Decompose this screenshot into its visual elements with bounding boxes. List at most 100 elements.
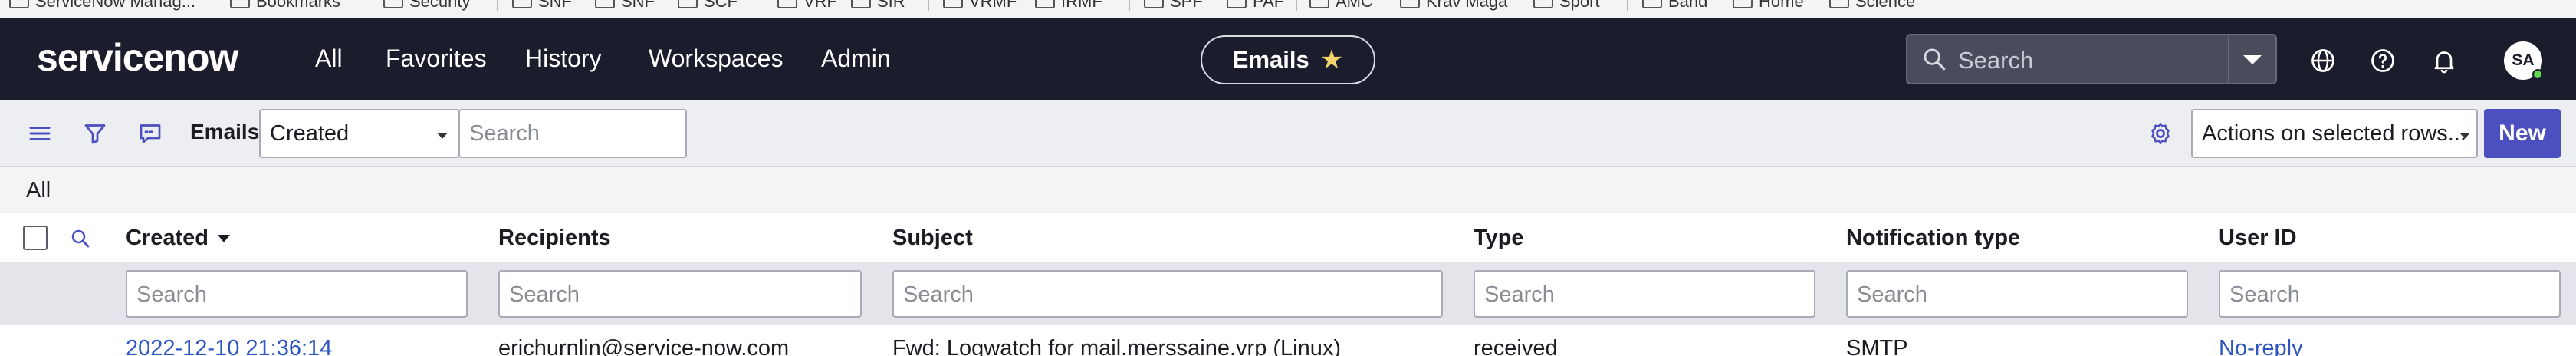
chevron-down-icon: [2459, 133, 2470, 139]
column-header-user-id[interactable]: User ID: [2219, 226, 2297, 251]
bookmark-item[interactable]: SPF: [1144, 0, 1203, 11]
folder-icon: [1035, 0, 1055, 8]
folder-icon: [1144, 0, 1164, 8]
global-search[interactable]: Search: [1906, 34, 2277, 84]
bookmark-item[interactable]: Science: [1829, 0, 1915, 11]
nav-link-admin[interactable]: Admin: [821, 44, 891, 73]
list-title: Emails: [190, 120, 260, 143]
bookmark-item[interactable]: SNF: [595, 0, 655, 11]
user-avatar[interactable]: SA: [2504, 41, 2543, 80]
bookmark-item[interactable]: VRMF: [943, 0, 1017, 11]
folder-icon: [595, 0, 615, 8]
folder-icon: [1400, 0, 1420, 8]
bookmark-item[interactable]: ServiceNow Manag...: [9, 0, 196, 11]
folder-icon: [1733, 0, 1753, 8]
cell-user-id[interactable]: No-reply: [2219, 336, 2303, 356]
table-row: 2022-12-10 21:36:14 erichurnlin@service-…: [0, 325, 2576, 356]
filter-input-user-id[interactable]: Search: [2219, 270, 2561, 318]
nav-link-all[interactable]: All: [315, 44, 343, 73]
bookmark-separator: [1129, 0, 1130, 11]
folder-icon: [230, 0, 250, 8]
bookmark-item[interactable]: IRMF: [1035, 0, 1102, 11]
column-header-created[interactable]: Created: [126, 226, 230, 251]
bookmark-item[interactable]: SNF: [512, 0, 572, 11]
breadcrumb-bar: All: [0, 167, 2576, 213]
filter-input-type[interactable]: Search: [1474, 270, 1815, 318]
folder-icon: [9, 0, 29, 8]
presence-dot: [2532, 69, 2543, 80]
star-icon[interactable]: ★: [1320, 44, 1343, 75]
bookmarks-bar: ServiceNow Manag... Bookmarks Security S…: [0, 0, 2576, 18]
context-title-pill[interactable]: Emails ★: [1201, 35, 1375, 84]
bookmark-separator: [928, 0, 929, 11]
folder-icon: [1642, 0, 1662, 8]
filter-input-subject[interactable]: Search: [892, 270, 1443, 318]
filter-input-notification-type[interactable]: Search: [1846, 270, 2188, 318]
gear-icon[interactable]: [2147, 120, 2174, 147]
bookmark-item[interactable]: SCF: [678, 0, 738, 11]
nav-link-workspaces[interactable]: Workspaces: [649, 44, 783, 73]
globe-icon[interactable]: [2309, 47, 2337, 74]
list-search-input[interactable]: Search: [458, 109, 687, 158]
bookmark-item[interactable]: Krav Maga: [1400, 0, 1507, 11]
cell-notification-type: SMTP: [1846, 336, 1908, 356]
folder-icon: [678, 0, 698, 8]
folder-icon: [383, 0, 403, 8]
list-toolbar: Emails Created Search Actions on selecte…: [0, 100, 2576, 167]
comment-icon[interactable]: [136, 120, 164, 147]
bookmark-item[interactable]: AMC: [1309, 0, 1373, 11]
folder-icon: [1829, 0, 1849, 8]
bookmark-item[interactable]: PAF: [1227, 0, 1284, 11]
filter-input-created[interactable]: Search: [126, 270, 468, 318]
cell-type: received: [1474, 336, 1558, 356]
folder-icon: [512, 0, 532, 8]
search-icon: [1924, 48, 1946, 71]
cell-created[interactable]: 2022-12-10 21:36:14: [126, 336, 332, 356]
filter-input-recipients[interactable]: Search: [498, 270, 862, 318]
table-header-row: Created Recipients Subject Type Notifica…: [0, 213, 2576, 262]
bookmark-item[interactable]: Home: [1733, 0, 1804, 11]
folder-icon: [1533, 0, 1553, 8]
folder-icon: [943, 0, 963, 8]
search-field-select[interactable]: Created: [259, 109, 460, 158]
breadcrumb-all[interactable]: All: [26, 178, 51, 203]
column-header-notification-type[interactable]: Notification type: [1846, 226, 2020, 251]
filter-icon[interactable]: [81, 120, 109, 147]
nav-link-history[interactable]: History: [525, 44, 602, 73]
hamburger-menu-icon[interactable]: [26, 120, 54, 147]
actions-select[interactable]: Actions on selected rows...: [2191, 109, 2478, 158]
search-divider: [2228, 35, 2229, 83]
bookmark-item[interactable]: Band: [1642, 0, 1707, 11]
bookmark-separator: [1627, 0, 1628, 11]
folder-icon: [1227, 0, 1247, 8]
servicenow-logo[interactable]: servicenow: [37, 35, 238, 80]
column-header-recipients[interactable]: Recipients: [498, 226, 611, 251]
context-title: Emails: [1232, 46, 1309, 73]
nav-link-favorites[interactable]: Favorites: [386, 44, 487, 73]
bookmark-item[interactable]: SIR: [851, 0, 905, 11]
folder-icon: [851, 0, 871, 8]
chevron-down-icon[interactable]: [2243, 55, 2262, 64]
search-icon[interactable]: [69, 227, 92, 250]
top-nav: servicenow All Favorites History Workspa…: [0, 18, 2576, 100]
column-header-type[interactable]: Type: [1474, 226, 1524, 251]
sort-descending-icon: [218, 235, 230, 243]
bookmark-separator: [497, 0, 498, 11]
cell-subject: Fwd: Logwatch for mail.merssaine.vrp (Li…: [892, 336, 1342, 356]
cell-recipients: erichurnlin@service-now.com: [498, 336, 790, 356]
bookmark-item[interactable]: Sport: [1533, 0, 1600, 11]
select-all-checkbox[interactable]: [23, 226, 48, 250]
folder-icon: [1309, 0, 1329, 8]
bookmark-item[interactable]: Security: [383, 0, 470, 11]
column-header-subject[interactable]: Subject: [892, 226, 973, 251]
global-search-input[interactable]: Search: [1958, 47, 2033, 74]
chevron-down-icon: [437, 133, 448, 139]
bookmark-item[interactable]: Bookmarks: [230, 0, 340, 11]
bell-icon[interactable]: [2430, 47, 2458, 74]
new-button[interactable]: New: [2484, 109, 2561, 158]
help-icon[interactable]: [2369, 47, 2397, 74]
column-filter-row: Search Search Search Search Search Searc…: [0, 262, 2576, 325]
folder-icon: [777, 0, 797, 8]
bookmark-item[interactable]: VRF: [777, 0, 837, 11]
bookmark-separator: [1296, 0, 1297, 11]
